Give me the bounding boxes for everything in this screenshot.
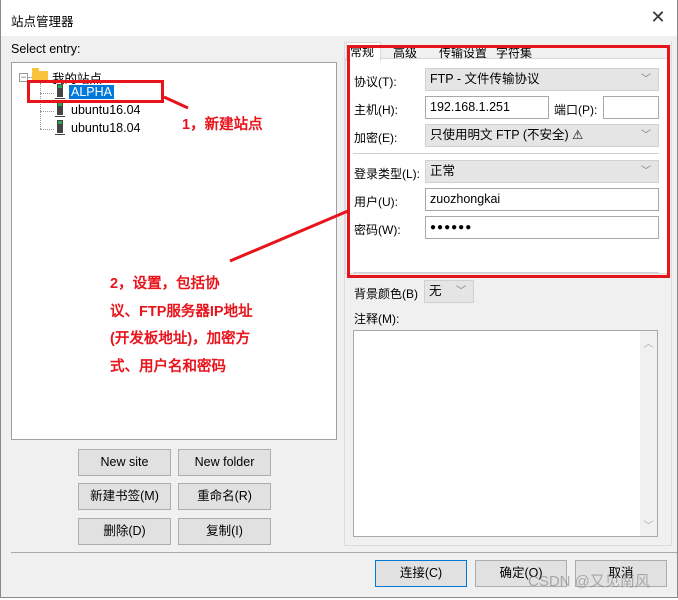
annotation-line-2: [229, 209, 349, 263]
annotation-step2-line1: 2，设置，包括协: [110, 276, 220, 292]
annotation-line-1: [163, 95, 189, 110]
annotation-step1: 1，新建站点: [182, 117, 263, 133]
watermark: CSDN @又见南风: [528, 573, 650, 590]
annotation-box-settings: [347, 45, 670, 278]
annotation-step2-line3: (开发板地址)，加密方: [110, 331, 251, 347]
annotation-step2-line2: 议、FTP服务器IP地址: [110, 304, 253, 320]
annotation-step2-line4: 式、用户名和密码: [110, 359, 226, 375]
